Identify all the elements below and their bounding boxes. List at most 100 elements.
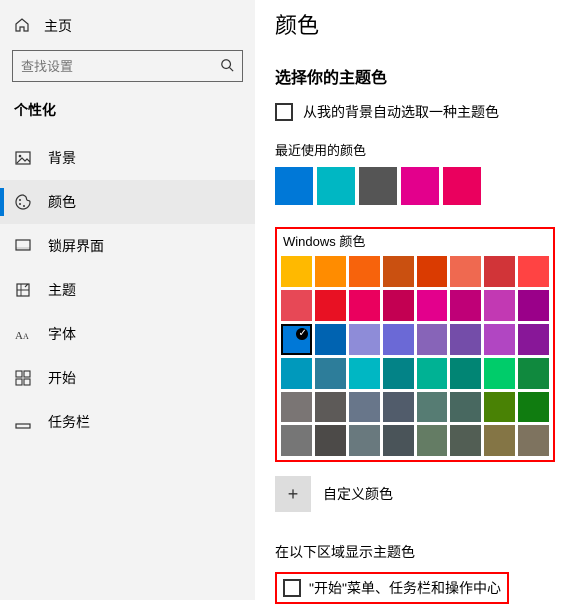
recent-color-swatch[interactable] xyxy=(443,167,481,205)
search-box[interactable] xyxy=(12,50,243,82)
color-swatch[interactable] xyxy=(383,290,414,321)
color-swatch[interactable] xyxy=(349,256,380,287)
color-swatch[interactable] xyxy=(417,256,448,287)
custom-color-label: 自定义颜色 xyxy=(323,484,393,504)
color-swatch[interactable] xyxy=(315,324,346,355)
color-swatch[interactable] xyxy=(450,324,481,355)
theme-icon xyxy=(14,281,32,299)
color-swatch[interactable] xyxy=(417,425,448,456)
color-swatch[interactable] xyxy=(315,392,346,423)
sidebar-item-picture[interactable]: 背景 xyxy=(0,136,255,180)
color-swatch[interactable] xyxy=(518,324,549,355)
color-swatch[interactable] xyxy=(315,425,346,456)
color-swatch[interactable] xyxy=(281,392,312,423)
taskbar-icon xyxy=(14,413,32,431)
color-swatch[interactable] xyxy=(349,392,380,423)
sidebar-item-label: 主题 xyxy=(48,280,76,300)
color-swatch[interactable] xyxy=(484,358,515,389)
color-swatch[interactable] xyxy=(315,256,346,287)
sidebar-item-theme[interactable]: 主题 xyxy=(0,268,255,312)
color-grid: ✓ xyxy=(281,256,549,456)
windows-colors-label: Windows 颜色 xyxy=(283,231,549,250)
color-swatch[interactable] xyxy=(484,256,515,287)
sidebar-item-label: 锁屏界面 xyxy=(48,236,104,256)
color-swatch[interactable] xyxy=(450,392,481,423)
color-swatch[interactable] xyxy=(417,392,448,423)
sidebar-item-taskbar[interactable]: 任务栏 xyxy=(0,400,255,444)
search-icon xyxy=(220,58,242,75)
sidebar-item-palette[interactable]: 颜色 xyxy=(0,180,255,224)
color-swatch[interactable] xyxy=(281,256,312,287)
color-swatch[interactable] xyxy=(484,392,515,423)
color-swatch[interactable] xyxy=(383,256,414,287)
start-taskbar-checkbox[interactable] xyxy=(283,579,301,597)
color-swatch[interactable] xyxy=(518,392,549,423)
start-taskbar-label: "开始"菜单、任务栏和操作中心 xyxy=(309,578,501,598)
auto-pick-label: 从我的背景自动选取一种主题色 xyxy=(303,102,499,122)
color-swatch[interactable] xyxy=(518,358,549,389)
color-swatch[interactable] xyxy=(383,358,414,389)
color-swatch[interactable] xyxy=(450,358,481,389)
start-taskbar-row[interactable]: "开始"菜单、任务栏和操作中心 xyxy=(275,572,509,604)
plus-icon[interactable]: + xyxy=(275,476,311,512)
color-swatch[interactable] xyxy=(450,256,481,287)
color-swatch[interactable] xyxy=(450,290,481,321)
recent-color-swatch[interactable] xyxy=(401,167,439,205)
color-swatch[interactable] xyxy=(349,425,380,456)
color-swatch[interactable] xyxy=(450,425,481,456)
sidebar-section-title: 个性化 xyxy=(0,100,255,130)
recent-color-swatch[interactable] xyxy=(317,167,355,205)
sidebar-item-label: 任务栏 xyxy=(48,412,90,432)
sidebar-item-label: 背景 xyxy=(48,148,76,168)
color-swatch[interactable] xyxy=(383,392,414,423)
color-swatch[interactable] xyxy=(383,425,414,456)
show-accent-heading: 在以下区域显示主题色 xyxy=(275,542,555,562)
sidebar-home-row[interactable]: 主页 xyxy=(0,10,255,46)
color-swatch[interactable] xyxy=(281,425,312,456)
sidebar-item-font[interactable]: AA 字体 xyxy=(0,312,255,356)
color-swatch[interactable] xyxy=(417,358,448,389)
font-icon: AA xyxy=(14,325,32,343)
color-swatch[interactable] xyxy=(315,358,346,389)
home-label: 主页 xyxy=(44,16,72,36)
color-swatch[interactable] xyxy=(281,290,312,321)
picture-icon xyxy=(14,149,32,167)
custom-color-row[interactable]: + 自定义颜色 xyxy=(275,476,555,512)
color-swatch[interactable] xyxy=(518,425,549,456)
color-swatch[interactable] xyxy=(349,324,380,355)
windows-colors-section: Windows 颜色 ✓ xyxy=(275,227,555,462)
color-swatch[interactable] xyxy=(484,324,515,355)
color-swatch[interactable] xyxy=(484,290,515,321)
auto-pick-checkbox[interactable] xyxy=(275,103,293,121)
lock-screen-icon xyxy=(14,237,32,255)
recent-colors xyxy=(275,167,555,205)
color-swatch[interactable] xyxy=(281,358,312,389)
color-swatch[interactable] xyxy=(349,290,380,321)
sidebar-item-label: 字体 xyxy=(48,324,76,344)
color-swatch[interactable] xyxy=(518,256,549,287)
sidebar-item-label: 颜色 xyxy=(48,192,76,212)
settings-sidebar: 主页 个性化 背景颜色锁屏界面主题 AA 字体开始任务栏 xyxy=(0,0,255,600)
svg-text:A: A xyxy=(23,332,29,341)
auto-pick-row[interactable]: 从我的背景自动选取一种主题色 xyxy=(275,102,555,122)
search-input[interactable] xyxy=(13,59,220,74)
page-title: 颜色 xyxy=(275,8,555,40)
color-swatch[interactable] xyxy=(518,290,549,321)
svg-text:A: A xyxy=(15,330,23,342)
sidebar-item-start[interactable]: 开始 xyxy=(0,356,255,400)
main-content: 颜色 选择你的主题色 从我的背景自动选取一种主题色 最近使用的颜色 Window… xyxy=(255,0,575,600)
color-swatch[interactable] xyxy=(417,290,448,321)
color-swatch[interactable]: ✓ xyxy=(281,324,312,355)
recent-color-swatch[interactable] xyxy=(275,167,313,205)
recent-colors-label: 最近使用的颜色 xyxy=(275,140,555,159)
sidebar-item-lock-screen[interactable]: 锁屏界面 xyxy=(0,224,255,268)
color-swatch[interactable] xyxy=(349,358,380,389)
color-swatch[interactable] xyxy=(417,324,448,355)
check-icon: ✓ xyxy=(298,328,306,339)
recent-color-swatch[interactable] xyxy=(359,167,397,205)
color-swatch[interactable] xyxy=(315,290,346,321)
sidebar-item-label: 开始 xyxy=(48,368,76,388)
color-swatch[interactable] xyxy=(383,324,414,355)
sidebar-nav: 背景颜色锁屏界面主题 AA 字体开始任务栏 xyxy=(0,136,255,444)
color-swatch[interactable] xyxy=(484,425,515,456)
